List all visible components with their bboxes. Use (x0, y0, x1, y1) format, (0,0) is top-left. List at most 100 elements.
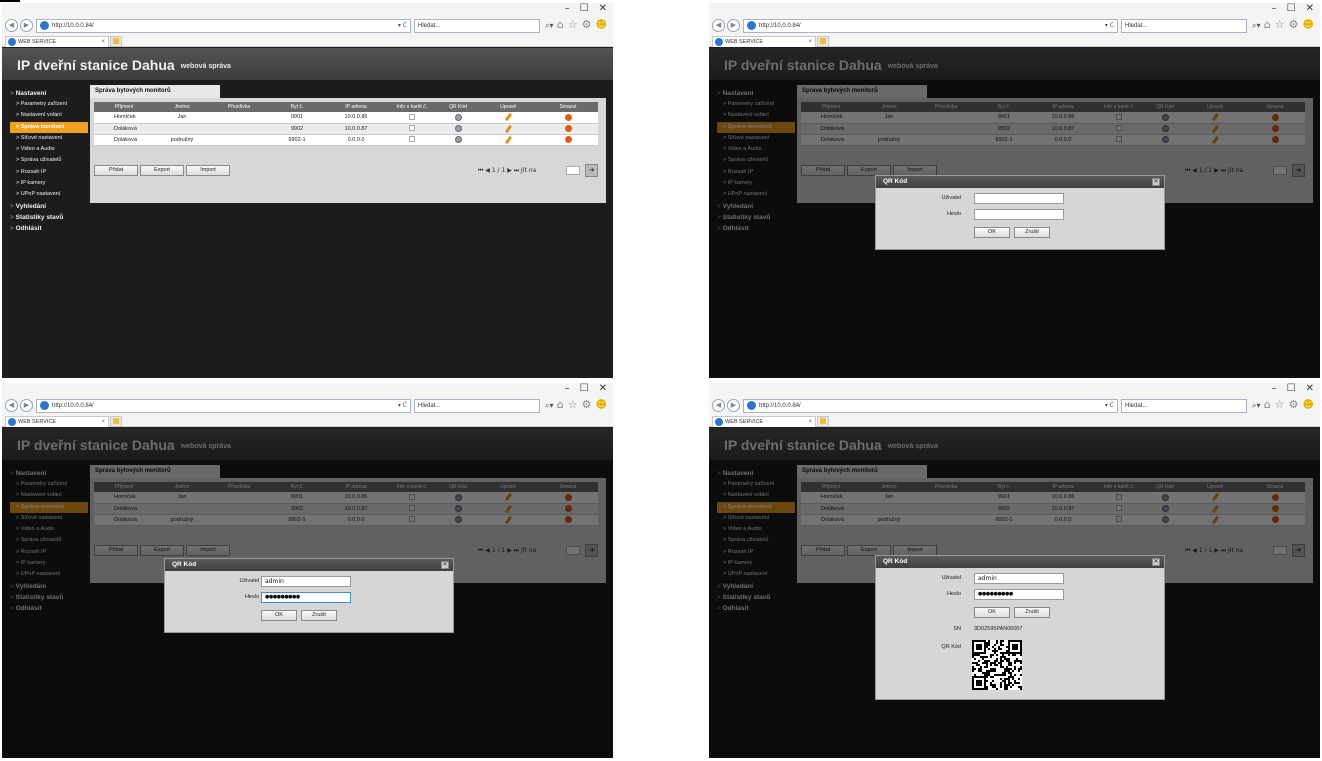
new-tab-button[interactable] (817, 36, 829, 47)
sidebar-item[interactable]: Síťové nastavení (10, 133, 88, 144)
column-header[interactable]: Byt č. (268, 102, 326, 112)
new-tab-button[interactable] (110, 416, 122, 427)
back-button[interactable]: ◀ (712, 19, 725, 32)
card-info-checkbox[interactable] (409, 136, 415, 143)
gear-icon[interactable]: ⚙ (582, 398, 592, 411)
cancel-button[interactable]: Zrušit (1014, 227, 1050, 238)
forward-button[interactable]: ▶ (20, 399, 33, 412)
qr-code-icon[interactable] (454, 113, 462, 121)
back-button[interactable]: ◀ (712, 399, 725, 412)
edit-icon[interactable] (504, 135, 512, 144)
minimize-icon[interactable]: – (1272, 383, 1277, 395)
browser-tab[interactable]: WEB SERVICE × (712, 36, 816, 47)
maximize-icon[interactable]: ☐ (580, 383, 589, 395)
column-header[interactable]: Upravit (478, 102, 538, 112)
go-button[interactable]: ➔ (585, 164, 598, 177)
close-icon[interactable]: ✕ (599, 3, 607, 15)
edit-icon[interactable] (504, 113, 512, 122)
delete-icon[interactable] (564, 113, 572, 121)
search-icon[interactable]: ⌕▾ (1252, 401, 1261, 411)
forward-button[interactable]: ▶ (20, 19, 33, 32)
delete-icon[interactable] (564, 125, 572, 132)
sidebar-item[interactable]: Správa uživatelů (10, 155, 88, 166)
forward-button[interactable]: ▶ (727, 19, 740, 32)
close-icon[interactable]: ✕ (441, 561, 449, 569)
smiley-icon[interactable]: ☻ (1303, 398, 1314, 411)
sidebar-section-2[interactable]: Statistiky stavů (10, 212, 88, 223)
search-input[interactable]: Hledat... (1121, 399, 1247, 413)
search-icon[interactable]: ⌕▾ (545, 21, 554, 31)
home-icon[interactable]: ⌂ (557, 18, 564, 31)
search-icon[interactable]: ⌕▾ (545, 401, 554, 411)
column-header[interactable]: Smazat (538, 102, 598, 112)
tab-close-icon[interactable]: × (101, 37, 105, 47)
add-button[interactable]: Přidat (94, 165, 138, 176)
column-header[interactable]: Přezdívka (210, 102, 268, 112)
sidebar-item[interactable]: Parametry zařízení (10, 99, 88, 110)
column-header[interactable]: Příjmení (94, 102, 154, 112)
favorites-icon[interactable]: ☆ (568, 398, 578, 411)
export-button[interactable]: Export (140, 165, 184, 176)
column-header[interactable]: Jméno (154, 102, 210, 112)
browser-tab[interactable]: WEB SERVICE × (5, 36, 109, 47)
search-input[interactable]: Hledat... (414, 19, 540, 33)
back-button[interactable]: ◀ (5, 19, 18, 32)
minimize-icon[interactable]: – (1272, 3, 1277, 15)
new-tab-button[interactable] (110, 36, 122, 47)
search-input[interactable]: Hledat... (414, 399, 540, 413)
close-icon[interactable]: ✕ (599, 383, 607, 395)
sidebar-item[interactable]: Nastavení volání (10, 110, 88, 121)
refresh-icon[interactable]: ▾ Ċ (398, 400, 407, 412)
address-bar[interactable]: http://10.0.0.84/ ▾ Ċ (743, 19, 1118, 33)
table-row[interactable]: HomíčekJan 990110.0.0.86 (94, 112, 598, 124)
ok-button[interactable]: OK (974, 227, 1010, 238)
delete-icon[interactable] (564, 136, 572, 143)
gear-icon[interactable]: ⚙ (1289, 18, 1299, 31)
refresh-icon[interactable]: ▾ Ċ (1105, 20, 1114, 32)
table-row[interactable]: Doláková 990210.0.0.87 (94, 123, 598, 135)
close-icon[interactable]: ✕ (1152, 558, 1160, 566)
card-info-checkbox[interactable] (409, 125, 415, 132)
column-header[interactable]: IP adresa (326, 102, 386, 112)
smiley-icon[interactable]: ☻ (596, 398, 607, 411)
home-icon[interactable]: ⌂ (1264, 398, 1271, 411)
sidebar-item[interactable]: Video a Audio (10, 144, 88, 155)
address-bar[interactable]: http://10.0.0.84/ ▾ Ċ (743, 399, 1118, 413)
tab-monitor-management[interactable]: Správa bytových monitorů (90, 85, 220, 98)
ok-button[interactable]: OK (261, 610, 297, 621)
maximize-icon[interactable]: ☐ (1287, 3, 1296, 15)
search-input[interactable]: Hledat... (1121, 19, 1247, 33)
favorites-icon[interactable]: ☆ (568, 18, 578, 31)
table-row[interactable]: Dolákovápodružný 9902-10.0.0.0 (94, 134, 598, 146)
sidebar-section-0[interactable]: Nastavení (10, 88, 88, 99)
sidebar-item[interactable]: Správa monitorů (10, 121, 88, 133)
address-bar[interactable]: http://10.0.0.84/ ▾ Ċ (36, 399, 411, 413)
maximize-icon[interactable]: ☐ (580, 3, 589, 15)
back-button[interactable]: ◀ (5, 399, 18, 412)
qr-code-icon[interactable] (454, 136, 462, 143)
card-info-checkbox[interactable] (409, 114, 415, 121)
ok-button[interactable]: OK (974, 607, 1010, 618)
refresh-icon[interactable]: ▾ Ċ (1105, 400, 1114, 412)
refresh-icon[interactable]: ▾ Ċ (398, 20, 407, 32)
qr-code-icon[interactable] (454, 125, 462, 132)
sidebar-item[interactable]: IP kamery (10, 178, 88, 189)
favorites-icon[interactable]: ☆ (1275, 18, 1285, 31)
browser-tab[interactable]: WEB SERVICE × (5, 416, 109, 427)
close-icon[interactable]: ✕ (1152, 178, 1160, 186)
password-input[interactable]: ●●●●●●●●● (974, 589, 1064, 600)
close-icon[interactable]: ✕ (1306, 383, 1314, 395)
home-icon[interactable]: ⌂ (557, 398, 564, 411)
gear-icon[interactable]: ⚙ (1289, 398, 1299, 411)
search-icon[interactable]: ⌕▾ (1252, 21, 1261, 31)
sidebar-section-1[interactable]: Vyhledání (10, 201, 88, 212)
home-icon[interactable]: ⌂ (1264, 18, 1271, 31)
smiley-icon[interactable]: ☻ (596, 18, 607, 31)
tab-close-icon[interactable]: × (101, 417, 105, 427)
address-bar[interactable]: http://10.0.0.84/ ▾ Ċ (36, 19, 411, 33)
username-input[interactable]: admin (974, 573, 1064, 584)
close-icon[interactable]: ✕ (1306, 3, 1314, 15)
maximize-icon[interactable]: ☐ (1287, 383, 1296, 395)
minimize-icon[interactable]: – (565, 383, 570, 395)
sidebar-item[interactable]: UPnP nastavení (10, 189, 88, 200)
